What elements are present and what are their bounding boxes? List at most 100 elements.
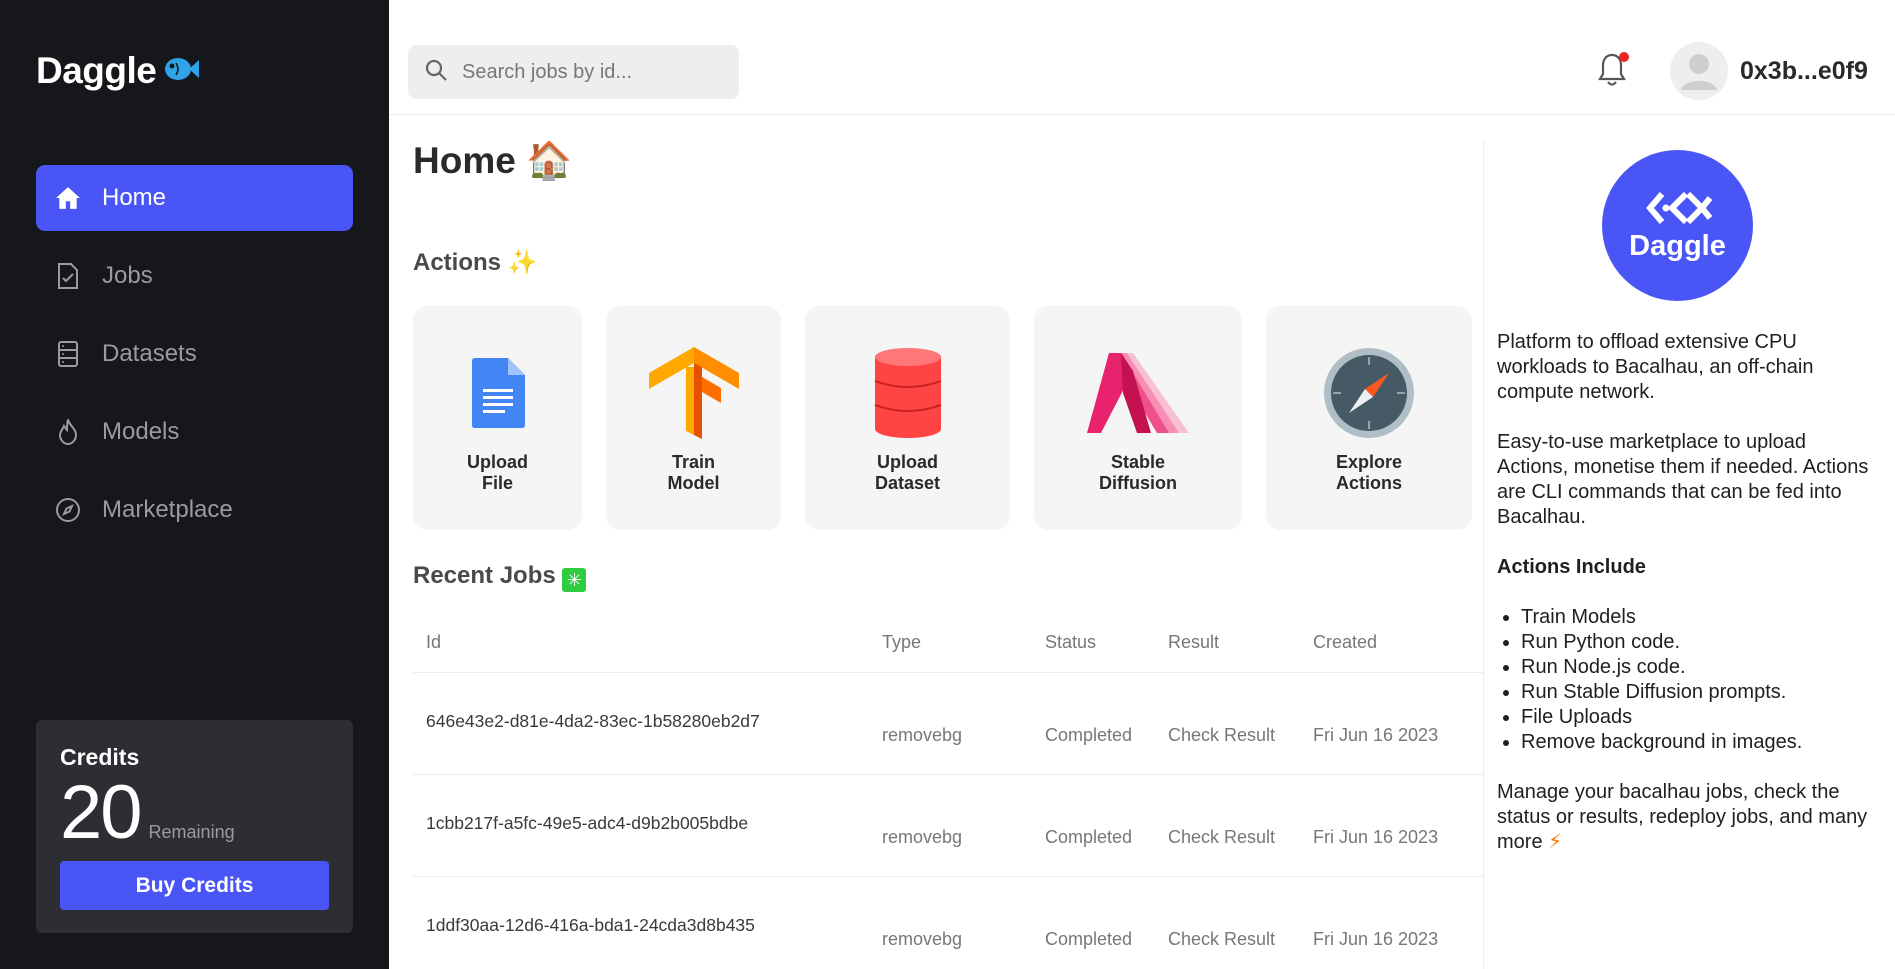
job-created: Fri Jun 16 2023 [1313, 725, 1439, 745]
database-red-icon [873, 348, 943, 438]
tensorflow-icon [648, 347, 739, 439]
fish-icon [162, 54, 200, 89]
action-label: Upload File [467, 452, 528, 493]
column-header-created: Created [1313, 632, 1378, 652]
action-train-model[interactable]: Train Model [606, 306, 781, 530]
app-logo[interactable]: Daggle [36, 50, 200, 92]
job-status: Completed [1045, 827, 1133, 847]
search-input[interactable] [462, 60, 722, 84]
wallet-address: 0x3b...e0f9 [1740, 56, 1868, 85]
main-content: Home 🏠 [413, 140, 1483, 183]
job-id[interactable]: 1ddf30aa-12d6-416a-bda1-24cda3d8b435 [426, 915, 755, 936]
info-paragraph-2: Easy-to-use marketplace to upload Action… [1497, 431, 1869, 528]
sidebar-item-home[interactable]: Home [36, 165, 353, 231]
action-stable-diffusion[interactable]: Stable Diffusion [1034, 306, 1242, 530]
page-title: Home 🏠 [413, 140, 1483, 183]
stable-diffusion-icon [1087, 348, 1189, 438]
table-row: 1cbb217f-a5fc-49e5-adc4-d9b2b005bdbe rem… [413, 774, 1483, 876]
credits-title: Credits [60, 744, 140, 770]
sparkle-box-icon: ✳ [562, 568, 587, 592]
table-row: 646e43e2-d81e-4da2-83ec-1b58280eb2d7 rem… [413, 672, 1483, 774]
sparkles-emoji: ✨ [507, 249, 538, 276]
list-item: Run Stable Diffusion prompts. [1521, 680, 1877, 705]
check-result-link[interactable]: Check Result [1168, 929, 1275, 950]
job-status: Completed [1045, 929, 1133, 949]
credits-amount-row: 20 Remaining [60, 775, 329, 851]
search-icon [424, 58, 448, 87]
job-created: Fri Jun 16 2023 [1313, 827, 1439, 847]
job-type: removebg [882, 725, 963, 745]
list-item: File Uploads [1521, 705, 1877, 730]
job-created: Fri Jun 16 2023 [1313, 929, 1439, 949]
action-label: Upload Dataset [874, 452, 941, 493]
job-id[interactable]: 1cbb217f-a5fc-49e5-adc4-d9b2b005bdbe [426, 813, 748, 834]
user-icon [1681, 54, 1717, 90]
check-result-link[interactable]: Check Result [1168, 725, 1275, 746]
logo-text: Daggle [36, 50, 157, 91]
search-bar[interactable] [408, 45, 739, 99]
action-upload-dataset[interactable]: Upload Dataset [805, 306, 1010, 530]
credits-card: Credits 20 Remaining Buy Credits [36, 720, 353, 933]
house-emoji: 🏠 [526, 140, 573, 181]
sidebar-item-models[interactable]: Models [36, 399, 353, 465]
database-icon [48, 339, 88, 369]
column-header-status: Status [1045, 632, 1097, 652]
badge-text: Daggle [1629, 230, 1726, 262]
user-menu[interactable]: 0x3b...e0f9 [1670, 42, 1868, 100]
file-check-icon [48, 261, 88, 291]
sidebar-item-jobs[interactable]: Jobs [36, 243, 353, 309]
sidebar-item-label: Models [102, 418, 180, 445]
sidebar-item-datasets[interactable]: Datasets [36, 321, 353, 387]
sidebar-nav: Home Jobs Datasets Models Marketplace [36, 165, 353, 555]
google-doc-icon [470, 348, 526, 438]
sidebar-item-label: Datasets [102, 340, 197, 367]
info-panel: Daggle Platform to offload extensive CPU… [1483, 140, 1895, 969]
home-icon [48, 183, 88, 213]
action-explore-actions[interactable]: Explore Actions [1266, 306, 1472, 530]
info-text: Platform to offload extensive CPU worklo… [1497, 330, 1877, 880]
page-title-text: Home [413, 140, 516, 181]
buy-credits-button[interactable]: Buy Credits [60, 861, 329, 910]
list-item: Remove background in images. [1521, 730, 1877, 755]
info-paragraph-1: Platform to offload extensive CPU worklo… [1497, 331, 1814, 403]
sidebar-item-marketplace[interactable]: Marketplace [36, 477, 353, 543]
daggle-mark-icon [1645, 191, 1712, 225]
table-row: 1ddf30aa-12d6-416a-bda1-24cda3d8b435 rem… [413, 876, 1483, 969]
compass-safari-icon [1323, 348, 1415, 438]
avatar [1670, 42, 1728, 100]
notification-button[interactable] [1597, 52, 1631, 92]
action-label: Stable Diffusion [1099, 452, 1177, 493]
list-item: Train Models [1521, 605, 1877, 630]
notification-dot [1619, 52, 1629, 62]
credits-remaining-label: Remaining [148, 822, 235, 842]
sidebar: Daggle Home Jobs Datasets Models Marketp… [0, 0, 389, 969]
flame-icon [48, 417, 88, 447]
actions-include-list: Train Models Run Python code. Run Node.j… [1521, 605, 1877, 755]
actions-title-text: Actions [413, 249, 502, 276]
daggle-badge-logo: Daggle [1602, 150, 1753, 301]
compass-icon [48, 495, 88, 525]
action-label: Explore Actions [1335, 452, 1403, 493]
action-upload-file[interactable]: Upload File [413, 306, 582, 530]
sidebar-item-label: Marketplace [102, 496, 233, 523]
sidebar-item-label: Jobs [102, 262, 153, 289]
actions-section-title: Actions ✨ [413, 248, 538, 277]
column-header-id: Id [426, 632, 442, 652]
list-item: Run Python code. [1521, 630, 1877, 655]
column-header-type: Type [882, 632, 922, 652]
action-label: Train Model [667, 452, 720, 493]
recent-jobs-title-text: Recent Jobs [413, 562, 556, 589]
list-item: Run Node.js code. [1521, 655, 1877, 680]
job-type: removebg [882, 827, 963, 847]
actions-include-heading: Actions Include [1497, 556, 1646, 578]
column-header-result: Result [1168, 632, 1220, 652]
job-id[interactable]: 646e43e2-d81e-4da2-83ec-1b58280eb2d7 [426, 711, 760, 732]
sidebar-item-label: Home [102, 184, 167, 211]
recent-jobs-title: Recent Jobs ✳ [413, 562, 587, 592]
job-type: removebg [882, 929, 963, 949]
top-header: 0x3b...e0f9 [389, 0, 1895, 115]
job-status: Completed [1045, 725, 1133, 745]
check-result-link[interactable]: Check Result [1168, 827, 1275, 848]
lightning-emoji: ⚡ [1548, 831, 1563, 853]
info-paragraph-3: Manage your bacalhau jobs, check the sta… [1497, 780, 1877, 855]
